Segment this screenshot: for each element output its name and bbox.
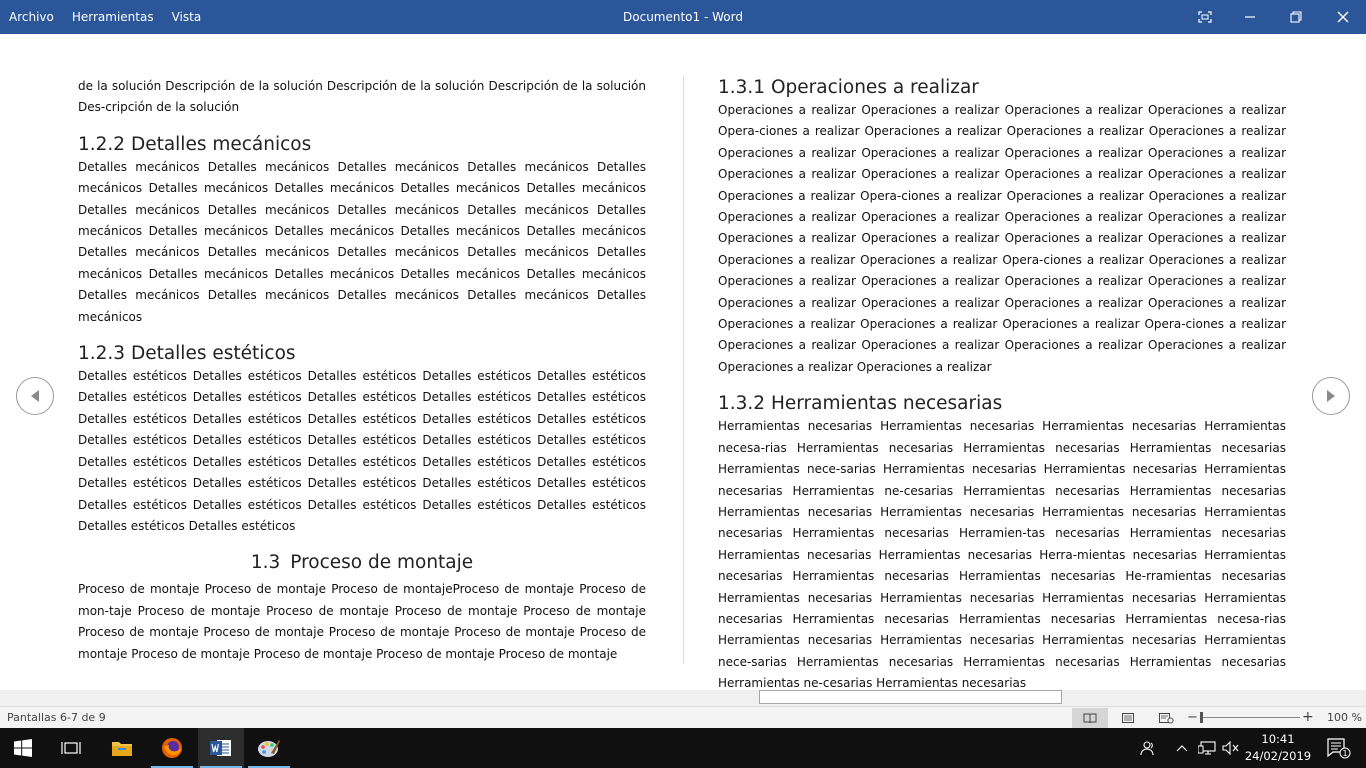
- task-view-icon: [61, 742, 81, 754]
- taskbar: 10:41 24/02/2019 1: [0, 728, 1366, 768]
- notifications-icon: 1: [1327, 738, 1351, 759]
- zoom-out-button[interactable]: −: [1187, 710, 1198, 725]
- right-page: 1.3.1 Operaciones a realizar Operaciones…: [718, 76, 1286, 695]
- taskbar-paint[interactable]: [246, 728, 292, 768]
- firefox-icon: [162, 738, 182, 758]
- paragraph-descripcion-solucion: de la solución Descripción de la solució…: [78, 79, 646, 115]
- word-icon: [210, 740, 231, 756]
- next-page-button[interactable]: [1312, 377, 1350, 415]
- start-button[interactable]: [0, 728, 46, 768]
- zoom-slider-thumb[interactable]: [1200, 712, 1203, 723]
- restore-icon: [1290, 11, 1302, 23]
- scrollbar-thumb[interactable]: [759, 690, 1062, 704]
- paragraph-operaciones-realizar: Operaciones a realizar Operaciones a rea…: [718, 103, 1286, 374]
- clock-time: 10:41: [1261, 732, 1295, 746]
- title-bar: Archivo Herramientas Vista Documento1 - …: [0, 0, 1366, 34]
- web-layout-icon: [1159, 713, 1174, 724]
- clock[interactable]: 10:41 24/02/2019: [1240, 731, 1316, 765]
- heading-text: Proceso de montaje: [290, 552, 474, 574]
- zoom-in-button[interactable]: +: [1302, 709, 1314, 725]
- paragraph-detalles-esteticos: Detalles estéticos Detalles estéticos De…: [78, 369, 646, 533]
- restore-button[interactable]: [1273, 0, 1319, 34]
- zoom-level[interactable]: 100 %: [1327, 711, 1362, 724]
- paragraph-detalles-mecanicos: Detalles mecánicos Detalles mecánicos De…: [78, 159, 646, 324]
- menu-vista[interactable]: Vista: [163, 0, 211, 34]
- left-page: de la solución Descripción de la solució…: [78, 76, 646, 665]
- taskbar-file-explorer[interactable]: [99, 728, 145, 768]
- heading-detalles-mecanicos: 1.2.2 Detalles mecánicos: [78, 133, 312, 155]
- read-mode-icon: [1083, 713, 1097, 724]
- status-bar: Pantallas 6-7 de 9 − + 100 %: [0, 706, 1366, 728]
- clock-date: 24/02/2019: [1244, 749, 1312, 763]
- print-layout-button[interactable]: [1110, 708, 1146, 728]
- network-button[interactable]: [1196, 728, 1218, 768]
- menu-bar: Archivo Herramientas Vista: [0, 0, 210, 34]
- next-page-icon: [1327, 390, 1335, 402]
- menu-archivo[interactable]: Archivo: [0, 0, 63, 34]
- paragraph-proceso-montaje: Proceso de montaje Proceso de montaje Pr…: [78, 582, 646, 661]
- heading-operaciones-realizar: 1.3.1 Operaciones a realizar: [718, 77, 979, 98]
- windows-start-icon: [14, 739, 32, 757]
- page-counter: Pantallas 6-7 de 9: [7, 711, 106, 724]
- people-button[interactable]: [1136, 728, 1160, 768]
- network-icon: [1198, 741, 1216, 755]
- taskbar-firefox[interactable]: [149, 728, 195, 768]
- file-explorer-icon: [112, 742, 132, 756]
- paint-icon: [258, 740, 280, 757]
- document-reading-area[interactable]: de la solución Descripción de la solució…: [0, 34, 1366, 690]
- previous-page-icon: [31, 390, 39, 402]
- read-mode-button[interactable]: [1072, 708, 1108, 728]
- paragraph-herramientas-necesarias: Herramientas necesarias Herramientas nec…: [718, 419, 1286, 691]
- heading-proceso-montaje: 1.3 Proceso de montaje: [78, 551, 646, 575]
- notification-count: 1: [1342, 749, 1347, 758]
- task-view-button[interactable]: [48, 728, 94, 768]
- chevron-up-icon: [1176, 745, 1188, 752]
- fullscreen-button[interactable]: [1182, 0, 1228, 34]
- heading-number: 1.3: [250, 552, 281, 574]
- previous-page-button[interactable]: [16, 377, 54, 415]
- minimize-button[interactable]: [1227, 0, 1273, 34]
- close-button[interactable]: [1320, 0, 1366, 34]
- horizontal-scrollbar[interactable]: [0, 690, 1366, 706]
- show-hidden-icons-button[interactable]: [1173, 728, 1191, 768]
- heading-detalles-esteticos: 1.2.3 Detalles estéticos: [78, 343, 296, 365]
- print-layout-icon: [1122, 713, 1134, 723]
- heading-herramientas-necesarias: 1.3.2 Herramientas necesarias: [718, 393, 1003, 415]
- close-icon: [1337, 11, 1349, 23]
- zoom-slider-track[interactable]: [1200, 717, 1300, 718]
- minimize-icon: [1245, 16, 1255, 18]
- menu-herramientas[interactable]: Herramientas: [63, 0, 163, 34]
- page-divider: [683, 76, 684, 664]
- fullscreen-icon: [1198, 11, 1212, 23]
- volume-button[interactable]: [1220, 728, 1242, 768]
- people-icon: [1140, 741, 1154, 756]
- taskbar-word[interactable]: [198, 728, 244, 768]
- web-layout-button[interactable]: [1148, 708, 1184, 728]
- window-title: Documento1 - Word: [623, 10, 743, 24]
- action-center-button[interactable]: 1: [1318, 728, 1358, 768]
- volume-muted-icon: [1222, 741, 1239, 755]
